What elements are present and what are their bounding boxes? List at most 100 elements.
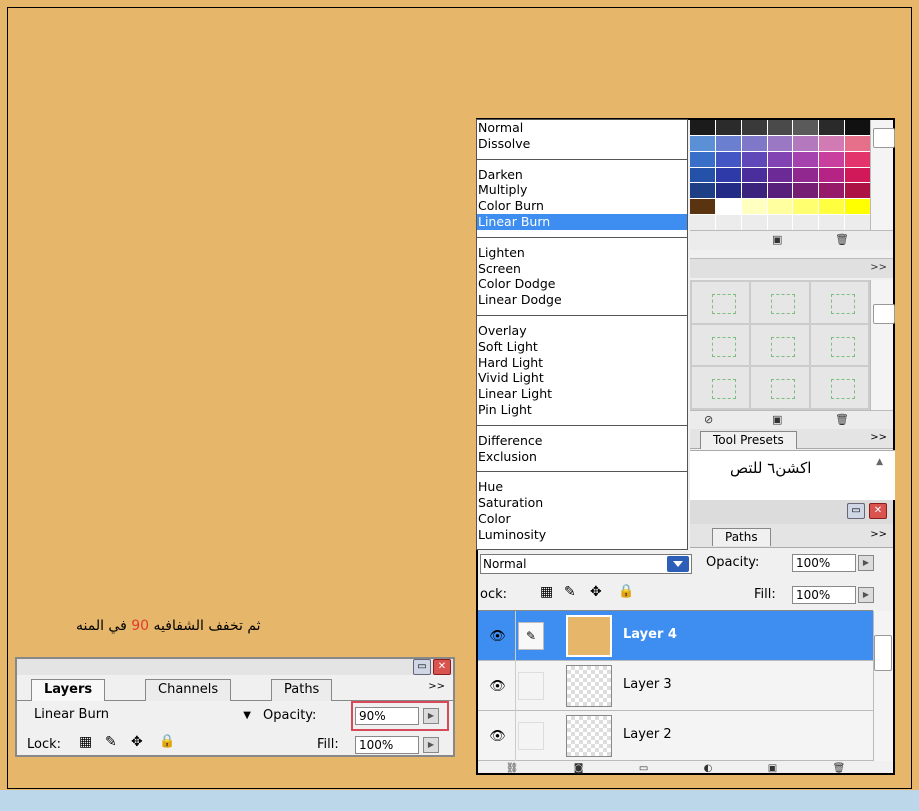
link-layers-icon[interactable]: ⛓ <box>506 763 519 775</box>
chevron-down-icon[interactable] <box>667 556 689 572</box>
swatches-scrollbar[interactable] <box>870 120 895 230</box>
lock-move-icon[interactable]: ✥ <box>590 584 602 600</box>
menu-item[interactable]: Linear Light <box>477 386 687 402</box>
swatch-cell[interactable] <box>690 183 715 199</box>
swatch-cell[interactable] <box>845 151 870 167</box>
link-slot[interactable] <box>518 672 544 700</box>
swatch-cell[interactable] <box>819 183 845 199</box>
minimize-button[interactable]: ▭ <box>847 503 865 519</box>
chevron-down-icon[interactable]: ▼ <box>243 708 251 724</box>
scroll-thumb[interactable] <box>874 635 892 671</box>
swatch-cell[interactable] <box>845 215 870 230</box>
swatch-cell[interactable] <box>819 151 845 167</box>
minimize-button[interactable]: ▭ <box>413 659 431 675</box>
lock-all-icon[interactable]: 🔒 <box>618 584 634 599</box>
tab-layers[interactable]: Layers <box>31 679 106 701</box>
fill-slider-button[interactable]: ▶ <box>858 587 874 603</box>
swatch-cell[interactable] <box>793 135 819 151</box>
adjustment-layer-icon[interactable]: ◐ <box>704 763 713 775</box>
swatch-cell[interactable] <box>715 135 741 151</box>
menu-item[interactable]: Soft Light <box>477 339 687 355</box>
opacity-input[interactable]: 100% <box>792 554 856 572</box>
swatch-cell[interactable] <box>793 199 819 215</box>
swatch-cell[interactable] <box>793 167 819 183</box>
layers-scrollbar[interactable] <box>873 611 893 761</box>
swatch-cell[interactable] <box>690 151 715 167</box>
link-slot[interactable] <box>518 722 544 750</box>
swatch-cell[interactable] <box>845 183 870 199</box>
menu-item[interactable]: Linear Dodge <box>477 292 687 308</box>
menu-item[interactable]: Pin Light <box>477 402 687 418</box>
layer-row-4[interactable]: 👁 ✎ Layer 4 <box>478 611 873 661</box>
action-item[interactable]: اكشن٦ للتص <box>730 459 811 477</box>
swatch-cell[interactable] <box>715 199 741 215</box>
swatch-cell[interactable] <box>741 151 767 167</box>
swatch-cell[interactable] <box>819 215 845 230</box>
trash-icon[interactable]: 🗑 <box>833 763 846 775</box>
fill-input[interactable]: 100% <box>355 736 419 754</box>
swatch-cell[interactable] <box>690 167 715 183</box>
swatch-cell[interactable] <box>741 167 767 183</box>
lock-transparency-icon[interactable]: ▦ <box>79 734 92 750</box>
swatch-cell[interactable] <box>819 199 845 215</box>
new-group-icon[interactable]: ▭ <box>639 763 648 775</box>
new-layer-icon[interactable]: ▣ <box>768 763 777 775</box>
swatch-cell[interactable] <box>715 215 741 230</box>
swatch-cell[interactable] <box>845 167 870 183</box>
swatch-cell[interactable] <box>741 183 767 199</box>
fill-slider-button[interactable]: ▶ <box>423 737 439 753</box>
blend-mode-select[interactable]: Normal <box>480 554 692 574</box>
swatch-cell[interactable] <box>690 120 715 135</box>
tab-channels[interactable]: Channels <box>145 679 232 701</box>
swatch-cell[interactable] <box>690 215 715 230</box>
menu-item[interactable]: Saturation <box>477 495 687 511</box>
swatch-cell[interactable] <box>741 135 767 151</box>
eye-icon[interactable]: 👁 <box>480 661 516 711</box>
lock-paint-icon[interactable]: ✎ <box>105 734 117 750</box>
menu-item[interactable]: Overlay <box>477 323 687 339</box>
trash-icon[interactable]: 🗑 <box>835 233 849 246</box>
new-swatch-icon[interactable]: ▣ <box>772 233 782 246</box>
swatch-cell[interactable] <box>741 199 767 215</box>
swatch-cell[interactable] <box>741 215 767 230</box>
scroll-thumb[interactable] <box>873 128 895 148</box>
tab-paths[interactable]: Paths <box>712 528 771 546</box>
swatch-cell[interactable] <box>793 215 819 230</box>
swatch-cell[interactable] <box>690 199 715 215</box>
menu-item[interactable]: Dissolve <box>477 136 687 152</box>
layer-mask-icon[interactable]: ◙ <box>574 763 584 775</box>
brush-icon[interactable]: ✎ <box>518 622 544 650</box>
lock-paint-icon[interactable]: ✎ <box>564 584 576 600</box>
swatch-cell[interactable] <box>819 135 845 151</box>
new-style-icon[interactable]: ▣ <box>772 413 782 426</box>
swatch-cell[interactable] <box>793 151 819 167</box>
styles-grid[interactable] <box>690 280 870 410</box>
menu-item[interactable]: Hue <box>477 479 687 495</box>
panel-menu-icon[interactable]: >> <box>870 262 887 273</box>
swatch-cell[interactable] <box>819 120 845 135</box>
menu-item[interactable]: Multiply <box>477 182 687 198</box>
swatch-cell[interactable] <box>767 151 793 167</box>
layer-row-2[interactable]: 👁 Layer 2 <box>478 711 873 761</box>
swatch-cell[interactable] <box>767 199 793 215</box>
swatch-cell[interactable] <box>715 167 741 183</box>
swatch-cell[interactable] <box>819 167 845 183</box>
panel-menu-icon[interactable]: >> <box>870 529 887 540</box>
swatch-cell[interactable] <box>845 199 870 215</box>
close-button[interactable]: ✕ <box>869 503 887 519</box>
swatch-cell[interactable] <box>767 215 793 230</box>
menu-item[interactable]: Normal <box>477 120 687 136</box>
lock-transparency-icon[interactable]: ▦ <box>540 584 553 600</box>
panel-menu-icon[interactable]: >> <box>870 432 887 443</box>
swatch-cell[interactable] <box>767 167 793 183</box>
no-style-icon[interactable]: ⊘ <box>704 413 713 426</box>
opacity-slider-button[interactable]: ▶ <box>858 555 874 571</box>
swatch-cell[interactable] <box>845 120 870 135</box>
swatch-cell[interactable] <box>793 120 819 135</box>
layer-row-3[interactable]: 👁 Layer 3 <box>478 661 873 711</box>
menu-item[interactable]: Luminosity <box>477 527 687 543</box>
swatch-cell[interactable] <box>690 135 715 151</box>
swatch-cell[interactable] <box>845 135 870 151</box>
lock-move-icon[interactable]: ✥ <box>131 734 143 750</box>
swatch-cell[interactable] <box>741 120 767 135</box>
